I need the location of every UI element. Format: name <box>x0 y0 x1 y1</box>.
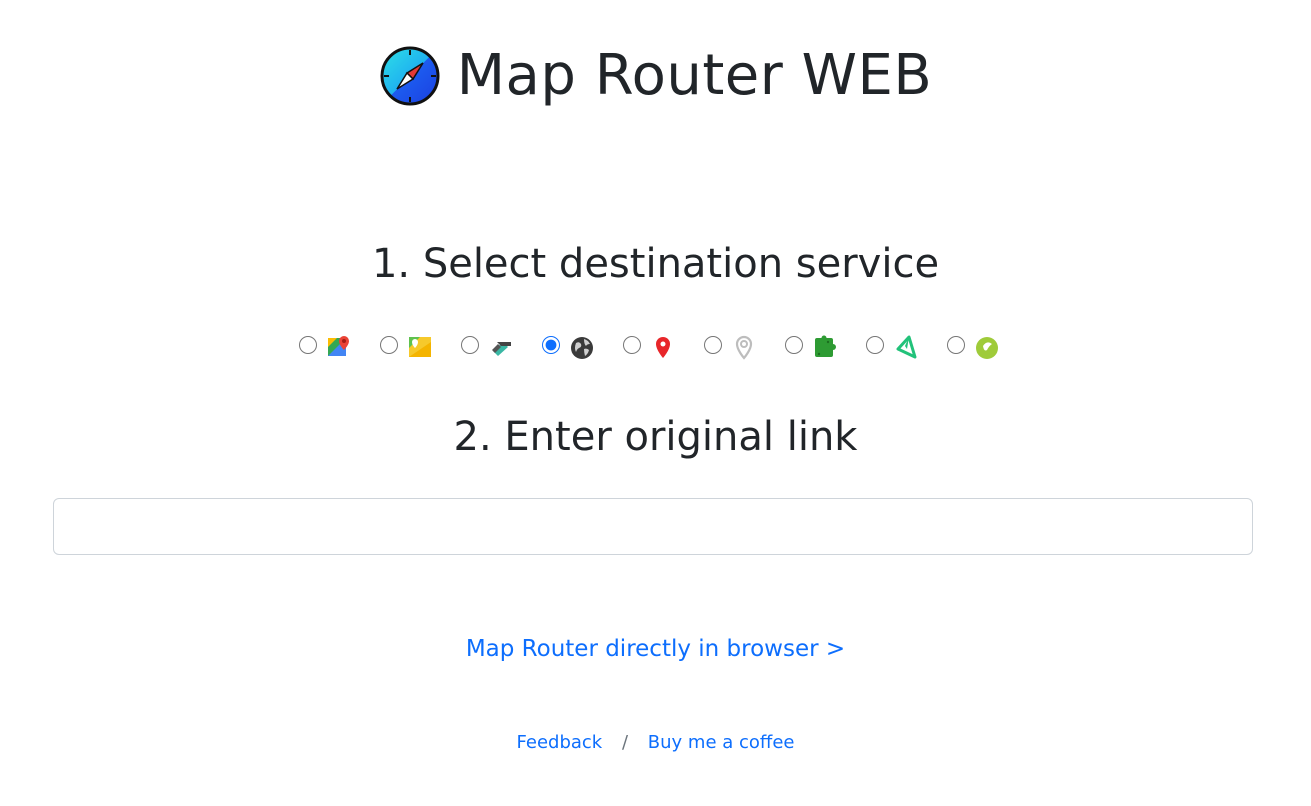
service-radio-yandex-maps[interactable] <box>380 336 398 354</box>
service-radio-navigation[interactable] <box>461 336 479 354</box>
compass-icon <box>379 45 441 107</box>
service-option-green-arrow[interactable] <box>866 330 931 360</box>
feedback-link[interactable]: Feedback <box>517 732 603 753</box>
yandex-maps-icon <box>408 334 432 360</box>
app-title: Map Router WEB <box>456 43 933 108</box>
green-compass-arrow-icon <box>894 334 918 360</box>
page: Map Router WEB 1. Select destination ser… <box>0 0 1311 806</box>
service-radio-globe[interactable] <box>542 336 560 354</box>
service-option-navigation[interactable] <box>461 330 526 360</box>
service-option-gray-pin[interactable] <box>704 330 769 360</box>
step1-title: 1. Select destination service <box>371 241 940 287</box>
service-radio-green-circle[interactable] <box>947 336 965 354</box>
browser-direct-link[interactable]: Map Router directly in browser > <box>466 636 845 662</box>
service-radio-green-arrow[interactable] <box>866 336 884 354</box>
footer-separator: / <box>621 732 629 753</box>
link-input-wrapper <box>53 498 1253 555</box>
original-link-input[interactable] <box>53 498 1253 555</box>
step2-title: 2. Enter original link <box>453 414 858 460</box>
navigation-arrow-icon <box>489 334 513 360</box>
service-option-green-circle[interactable] <box>947 330 1012 360</box>
service-selector <box>0 330 1311 360</box>
service-radio-gray-pin[interactable] <box>704 336 722 354</box>
header: Map Router WEB <box>0 40 1311 112</box>
footer: Feedback / Buy me a coffee <box>0 730 1311 756</box>
service-radio-google-maps[interactable] <box>299 336 317 354</box>
service-radio-green-puzzle[interactable] <box>785 336 803 354</box>
gray-pin-icon <box>732 334 756 360</box>
google-maps-icon <box>327 334 351 360</box>
red-pin-icon <box>651 334 675 360</box>
service-radio-red-pin[interactable] <box>623 336 641 354</box>
green-circle-2gis-icon <box>975 334 999 360</box>
globe-icon <box>570 334 594 360</box>
green-puzzle-icon <box>813 334 837 360</box>
service-option-globe[interactable] <box>542 330 607 360</box>
buy-me-a-coffee-link[interactable]: Buy me a coffee <box>648 732 795 753</box>
service-option-red-pin[interactable] <box>623 330 688 360</box>
service-option-green-puzzle[interactable] <box>785 330 850 360</box>
service-option-google-maps[interactable] <box>299 330 364 360</box>
browser-link-row: Map Router directly in browser > <box>0 633 1311 665</box>
service-option-yandex-maps[interactable] <box>380 330 445 360</box>
